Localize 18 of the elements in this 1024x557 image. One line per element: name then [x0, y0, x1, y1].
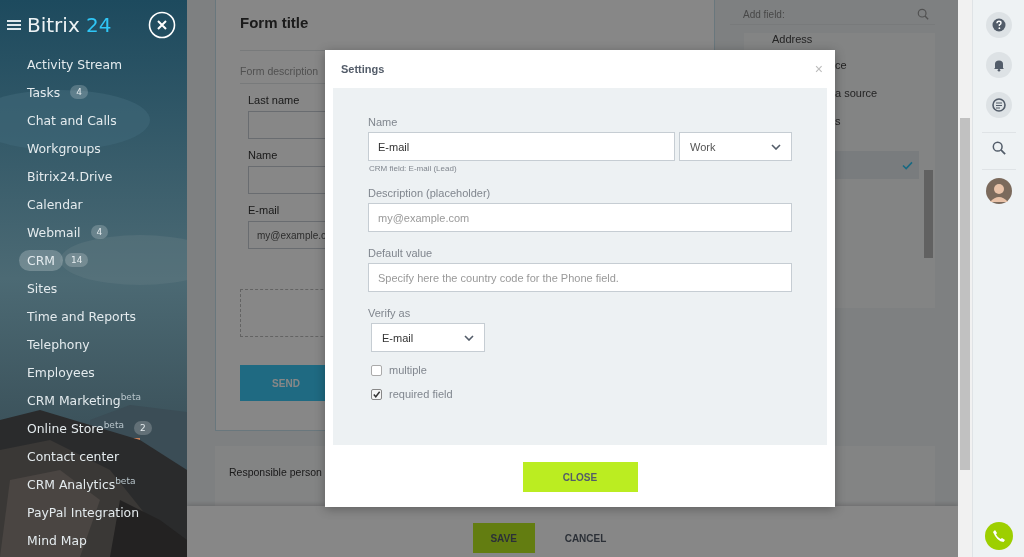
- field-label: Name: [368, 116, 398, 128]
- field-label: Last name: [248, 94, 301, 106]
- count-badge: 4: [70, 85, 88, 99]
- count-badge: 4: [90, 225, 109, 239]
- field-label: Verify as: [368, 307, 411, 319]
- panel-title: Add field:: [743, 8, 785, 20]
- count-badge: 2: [133, 421, 152, 435]
- checkbox-label: required field: [389, 388, 453, 400]
- field-label: Name: [248, 149, 279, 161]
- dialog-title: Settings: [341, 63, 385, 75]
- field-label: Default value: [368, 247, 433, 259]
- field-label: Description (placeholder): [368, 187, 491, 199]
- logo: Bitrix 24: [27, 13, 112, 37]
- count-badge: 14: [64, 253, 89, 267]
- responsible-label: Responsible person: [229, 466, 322, 478]
- checkbox-label: multiple: [389, 364, 427, 376]
- hint-text: CRM field: E-mail (Lead): [369, 164, 457, 173]
- field-label: E-mail: [248, 204, 281, 216]
